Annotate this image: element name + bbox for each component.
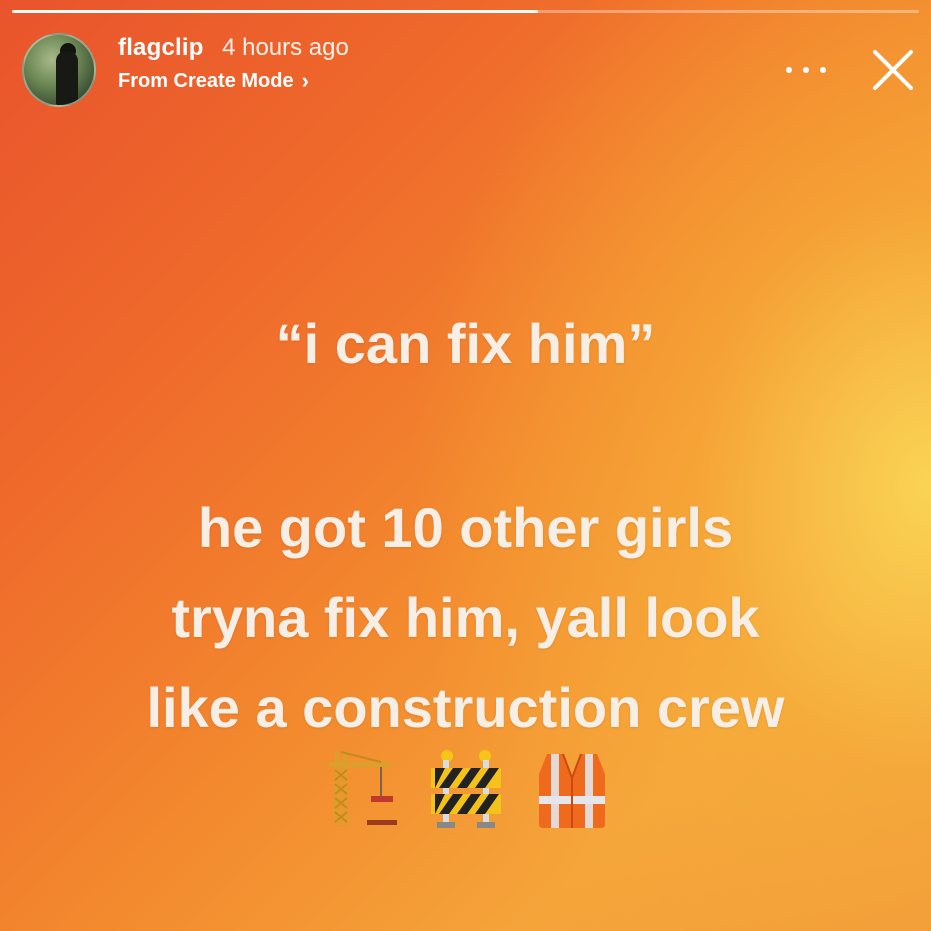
chevron-right-icon: ›	[301, 68, 309, 93]
construction-crane-icon	[328, 751, 397, 826]
create-mode-label: From Create Mode	[118, 69, 294, 92]
quote-line: “i can fix him”	[275, 312, 656, 375]
avatar[interactable]	[22, 33, 96, 107]
story-progress-bar	[12, 10, 919, 13]
avatar-figure-body	[56, 51, 78, 105]
text-line-1: he got 10 other girls	[197, 496, 734, 559]
construction-barrier-icon	[430, 750, 501, 828]
story-header: flagclip 4 hours ago From Create Mode ›	[118, 34, 349, 94]
more-dot	[820, 67, 826, 73]
emoji-row	[0, 748, 931, 830]
close-icon[interactable]	[869, 46, 917, 94]
timestamp: 4 hours ago	[222, 34, 349, 61]
safety-vest-icon	[538, 753, 605, 828]
text-line-2: tryna fix him, yall look	[171, 586, 760, 649]
username[interactable]: flagclip	[118, 34, 204, 61]
more-options-button[interactable]	[786, 60, 826, 80]
create-mode-link[interactable]: From Create Mode ›	[118, 68, 309, 94]
more-horizontal-icon	[786, 67, 792, 73]
story-progress-fill	[12, 10, 539, 13]
more-dot	[803, 67, 809, 73]
text-line-3: like a construction crew	[146, 676, 785, 739]
